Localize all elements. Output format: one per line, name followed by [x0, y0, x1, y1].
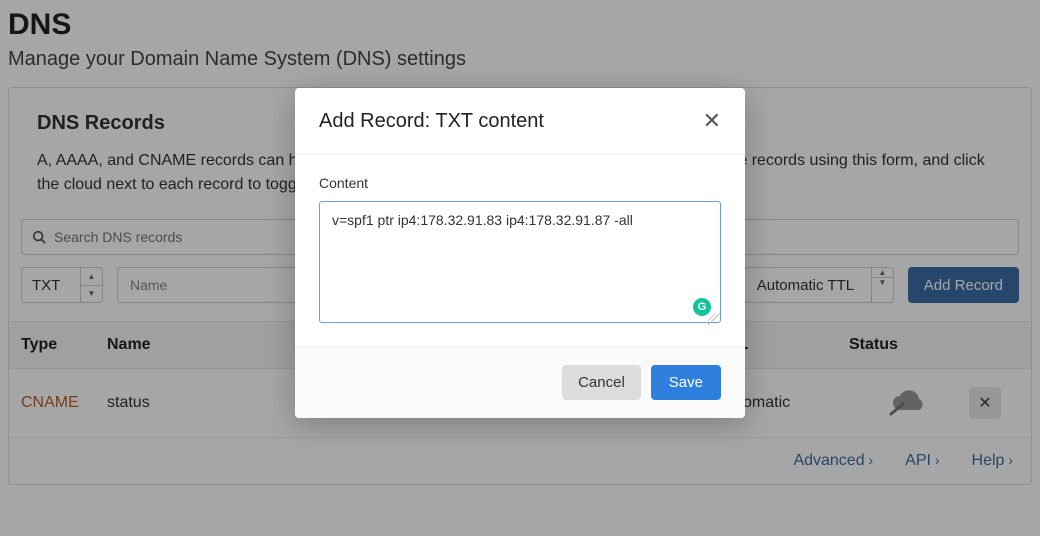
modal-close-button[interactable]: ✕ [703, 108, 721, 134]
content-label: Content [319, 175, 721, 191]
modal-title: Add Record: TXT content [319, 110, 544, 133]
modal-overlay[interactable]: Add Record: TXT content ✕ Content G Canc… [0, 0, 1040, 536]
save-button[interactable]: Save [651, 365, 721, 400]
add-record-modal: Add Record: TXT content ✕ Content G Canc… [295, 88, 745, 418]
grammarly-icon: G [693, 298, 711, 316]
close-icon: ✕ [703, 108, 721, 133]
cancel-button[interactable]: Cancel [562, 365, 641, 400]
content-textarea[interactable] [319, 201, 721, 323]
